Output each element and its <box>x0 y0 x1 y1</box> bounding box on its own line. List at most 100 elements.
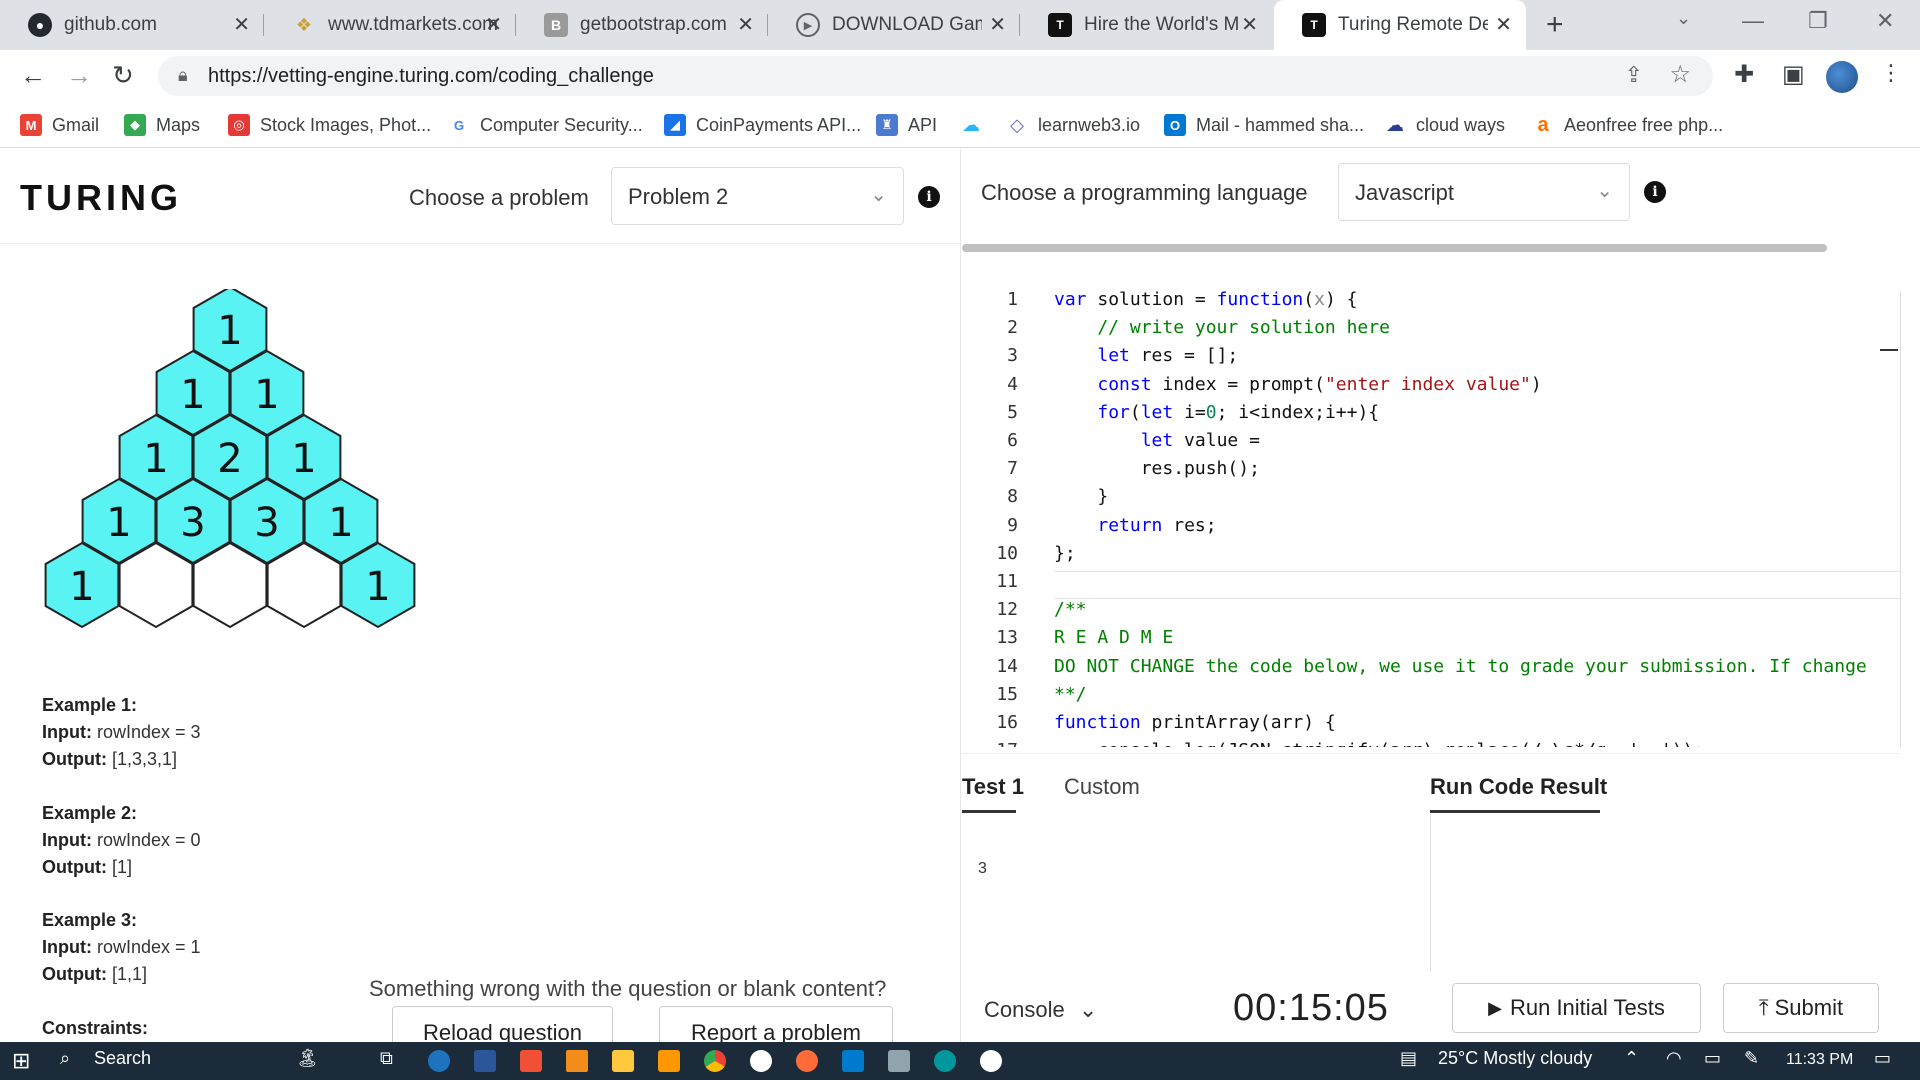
bookmark-cloud[interactable]: ☁ <box>960 114 992 136</box>
editor-horizontal-scrollbar[interactable] <box>962 244 1827 252</box>
menu-icon[interactable]: ⋮ <box>1880 60 1902 86</box>
wordpress-icon[interactable] <box>428 1050 450 1072</box>
sublime-icon[interactable] <box>658 1050 680 1072</box>
file-explorer-icon[interactable] <box>612 1050 634 1072</box>
test-input-value[interactable]: 3 <box>978 860 987 878</box>
task-view-icon[interactable]: ⧉ <box>380 1048 393 1069</box>
code-line[interactable]: 8 } <box>962 486 1900 514</box>
code-line[interactable]: 10}; <box>962 543 1900 571</box>
extensions-icon[interactable]: ✚ <box>1734 60 1754 89</box>
bookmark-maps[interactable]: ◆ Maps <box>124 114 200 136</box>
tray-chevron-up-icon[interactable]: ⌃ <box>1624 1048 1639 1069</box>
tab-run-code-result[interactable]: Run Code Result <box>1430 774 1607 800</box>
submit-button[interactable]: ⤒ Submit <box>1723 983 1879 1033</box>
code-line[interactable]: 12 /** <box>962 599 1900 627</box>
tab-turing-remote[interactable]: T Turing Remote Deve ✕ <box>1274 0 1526 50</box>
tab-hire-world[interactable]: T Hire the World's Mo ✕ <box>1020 0 1272 50</box>
powershell-icon[interactable] <box>474 1050 496 1072</box>
clock-time[interactable]: 11:33 PM <box>1786 1051 1853 1069</box>
tab-custom[interactable]: Custom <box>1064 774 1140 800</box>
problem-select[interactable]: Problem 2 ⌄ <box>611 167 904 225</box>
bookmark-gmail[interactable]: M Gmail <box>20 114 99 136</box>
git-icon[interactable] <box>520 1050 542 1072</box>
code-line[interactable]: 14 DO NOT CHANGE the code below, we use i… <box>962 656 1900 684</box>
close-icon[interactable]: ✕ <box>989 12 1006 37</box>
weather-text[interactable]: 25°C Mostly cloudy <box>1438 1048 1592 1069</box>
notifications-icon[interactable]: ▭ <box>1874 1048 1891 1069</box>
pen-icon[interactable]: ✎ <box>1744 1048 1759 1069</box>
code-line[interactable]: 15 **/ <box>962 684 1900 712</box>
code-line[interactable]: 16 function printArray(arr) { <box>962 712 1900 740</box>
bookmark-mail[interactable]: O Mail - hammed sha... <box>1164 114 1364 136</box>
screen: ● github.com ✕ ❖ www.tdmarkets.com ✕ B g… <box>0 0 1920 1080</box>
code-line[interactable]: 13 R E A D M E <box>962 627 1900 655</box>
weather-icon[interactable]: ▤ <box>1400 1048 1417 1069</box>
sidepanel-icon[interactable]: ▣ <box>1782 60 1805 89</box>
bookmark-learnweb3[interactable]: ◇ learnweb3.io <box>1006 114 1140 136</box>
search-icon[interactable]: ⌕ <box>60 1048 70 1069</box>
tool-icon[interactable] <box>888 1050 910 1072</box>
info-icon[interactable]: i <box>1644 181 1666 203</box>
tab-bootstrap[interactable]: B getbootstrap.com ✕ <box>516 0 768 50</box>
battery-icon[interactable]: ▭ <box>1704 1048 1721 1069</box>
tab-download-game[interactable]: ▶ DOWNLOAD Game - ✕ <box>768 0 1020 50</box>
bookmark-computer-security[interactable]: G Computer Security... <box>448 114 643 136</box>
new-tab-icon[interactable]: + <box>1546 8 1564 42</box>
code-line[interactable]: 6 let value = <box>962 430 1900 458</box>
tab-github[interactable]: ● github.com ✕ <box>0 0 264 50</box>
code-line[interactable]: 4 const index = prompt("enter index valu… <box>962 374 1900 402</box>
bookmark-star-icon[interactable]: ☆ <box>1669 60 1691 89</box>
share-icon[interactable]: ⇪ <box>1625 62 1643 88</box>
code-editor[interactable]: 1 var solution = function(x) {2 // write … <box>962 289 1900 747</box>
forward-icon[interactable]: → <box>66 60 92 91</box>
close-icon[interactable]: ✕ <box>233 12 250 37</box>
code-line[interactable]: 2 // write your solution here <box>962 317 1900 345</box>
run-initial-tests-button[interactable]: ▶ Run Initial Tests <box>1452 983 1701 1033</box>
code-line[interactable]: 7 res.push(); <box>962 458 1900 486</box>
bookmark-aeonfree[interactable]: a Aeonfree free php... <box>1532 114 1723 136</box>
avatar[interactable] <box>1826 61 1858 93</box>
widget-beach-icon[interactable]: 🏝︎ <box>296 1048 319 1069</box>
bookmark-api[interactable]: ♜ API <box>876 114 937 136</box>
tab-test-1-underline <box>962 810 1016 813</box>
code-line[interactable]: 9 return res; <box>962 515 1900 543</box>
reload-icon[interactable]: ↻ <box>112 60 134 91</box>
lock-icon[interactable]: 🔒︎ <box>178 65 188 86</box>
bookmark-coinpayments[interactable]: ◢ CoinPayments API... <box>664 114 861 136</box>
example-title: Example 1: <box>42 695 138 715</box>
windows-start-icon[interactable]: ⊞ <box>12 1048 30 1074</box>
close-icon[interactable]: ✕ <box>1241 12 1258 37</box>
vlc-icon[interactable] <box>566 1050 588 1072</box>
wifi-icon[interactable]: ◠ <box>1666 1048 1682 1069</box>
arduino-icon[interactable] <box>934 1050 956 1072</box>
vscode-icon[interactable] <box>842 1050 864 1072</box>
close-window-icon[interactable]: ✕ <box>1876 8 1894 34</box>
restore-icon[interactable]: ❐ <box>1808 8 1828 34</box>
app-icon[interactable] <box>750 1050 772 1072</box>
back-icon[interactable]: ← <box>20 60 46 91</box>
chrome-icon[interactable] <box>704 1050 726 1072</box>
postman-icon[interactable] <box>796 1050 818 1072</box>
bookmark-cloud-ways[interactable]: ☁ cloud ways <box>1384 114 1505 136</box>
console-toggle[interactable]: Console ⌄ <box>984 997 1097 1023</box>
minimize-icon[interactable]: — <box>1742 8 1764 34</box>
taskbar-search-label[interactable]: Search <box>94 1048 151 1069</box>
code-line[interactable]: 5 for(let i=0; i<index;i++){ <box>962 402 1900 430</box>
code-line[interactable]: 11 <box>962 571 1900 599</box>
code-line[interactable]: 3 let res = []; <box>962 345 1900 373</box>
tab-test-1[interactable]: Test 1 <box>962 774 1024 800</box>
code-line[interactable]: 1 var solution = function(x) { <box>962 289 1900 317</box>
close-icon[interactable]: ✕ <box>1495 12 1512 37</box>
tab-tdmarkets[interactable]: ❖ www.tdmarkets.com ✕ <box>264 0 516 50</box>
chat-icon[interactable] <box>980 1050 1002 1072</box>
language-select[interactable]: Javascript ⌄ <box>1338 163 1630 221</box>
address-bar[interactable]: 🔒︎ https://vetting-engine.turing.com/cod… <box>158 56 1713 96</box>
bookmark-stock-images[interactable]: ◎ Stock Images, Phot... <box>228 114 431 136</box>
code-line[interactable]: 17 console.log(JSON.stringify(arr).repla… <box>962 740 1900 747</box>
info-icon[interactable]: i <box>918 186 940 208</box>
tab-search-icon[interactable]: ⌄ <box>1676 8 1691 29</box>
panel-divider <box>960 149 961 1042</box>
close-icon[interactable]: ✕ <box>737 12 754 37</box>
close-icon[interactable]: ✕ <box>485 12 502 37</box>
editor-scroll-marker[interactable] <box>1880 349 1898 351</box>
